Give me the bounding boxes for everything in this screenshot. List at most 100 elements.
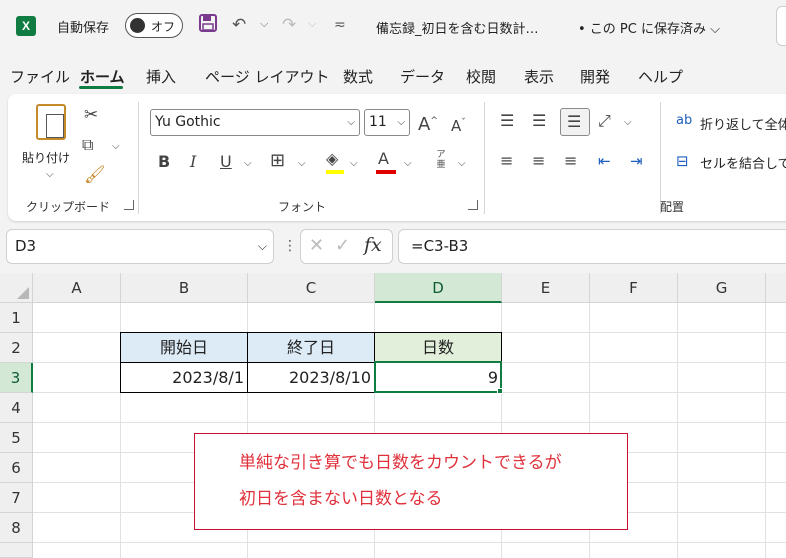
active-tab-indicator: [79, 86, 123, 89]
fill-color-icon[interactable]: ◈: [326, 148, 338, 170]
cell-b3[interactable]: 2023/8/1: [120, 362, 248, 393]
tab-page-layout[interactable]: ページ レイアウト: [205, 66, 329, 87]
active-cell-border: [374, 361, 502, 393]
search-box[interactable]: [776, 6, 786, 46]
redo-dropdown-icon[interactable]: ⌵: [308, 17, 316, 31]
tab-formulas[interactable]: 数式: [343, 66, 373, 87]
annotation-line-1: 単純な引き算でも日数をカウントできるが: [239, 453, 562, 473]
ribbon-home: 貼り付け ⌵ ✂ ⧉ ⌵ 🖌 クリップボード Yu Gothic ⌵ 11 ⌵ …: [8, 94, 786, 221]
select-all-button[interactable]: [0, 273, 33, 303]
copy-icon[interactable]: ⧉: [82, 134, 93, 156]
more-options-icon[interactable]: ⋮: [283, 238, 297, 254]
column-header-g[interactable]: G: [678, 273, 766, 303]
column-header-d[interactable]: D: [375, 273, 502, 303]
borders-dropdown-icon[interactable]: ⌵: [298, 153, 306, 175]
tab-view[interactable]: 表示: [524, 66, 554, 87]
redo-icon[interactable]: ↷: [282, 13, 296, 37]
wrap-text-button[interactable]: 折り返して全体: [700, 114, 786, 133]
row-header-4[interactable]: 4: [0, 393, 33, 423]
align-center-icon[interactable]: ≡: [532, 150, 545, 172]
font-color-icon[interactable]: A: [378, 148, 389, 170]
column-header-h[interactable]: [766, 273, 786, 303]
font-color-dropdown-icon[interactable]: ⌵: [404, 153, 412, 175]
align-middle-icon[interactable]: ☰: [532, 110, 546, 132]
align-left-icon[interactable]: ≡: [500, 150, 513, 172]
tab-home[interactable]: ホーム: [80, 66, 125, 87]
file-name[interactable]: 備忘録_初日を含む日数計…: [376, 18, 539, 37]
font-name-value: Yu Gothic: [155, 114, 221, 130]
tab-developer[interactable]: 開発: [580, 66, 610, 87]
undo-icon[interactable]: ↶: [232, 13, 246, 37]
orientation-icon[interactable]: ⤢: [598, 110, 611, 132]
decrease-font-icon[interactable]: Aˇ: [451, 112, 466, 137]
merge-center-button[interactable]: セルを結合して: [700, 153, 786, 172]
cell-d2[interactable]: 日数: [374, 332, 502, 363]
column-header-a[interactable]: A: [33, 273, 121, 303]
column-header-f[interactable]: F: [590, 273, 678, 303]
font-name-select[interactable]: Yu Gothic ⌵: [150, 109, 360, 136]
merge-center-icon[interactable]: ⊟: [676, 150, 689, 172]
column-header-b[interactable]: B: [121, 273, 248, 303]
enter-check-icon[interactable]: ✓: [335, 235, 350, 256]
annotation-textbox[interactable]: 単純な引き算でも日数をカウントできるが 初日を含まない日数となる: [194, 433, 628, 530]
row-header-6[interactable]: 6: [0, 453, 33, 483]
format-painter-icon[interactable]: 🖌: [84, 164, 106, 186]
tab-file[interactable]: ファイル: [10, 66, 70, 87]
column-header-c[interactable]: C: [248, 273, 375, 303]
borders-icon[interactable]: ⊞: [270, 150, 285, 172]
row-header-1[interactable]: 1: [0, 303, 33, 333]
tab-review[interactable]: 校閲: [466, 66, 496, 87]
tab-insert[interactable]: 挿入: [146, 66, 176, 87]
increase-indent-icon[interactable]: ⇥: [630, 150, 643, 172]
formula-input[interactable]: =C3-B3: [398, 229, 786, 264]
font-group-label: フォント: [278, 200, 327, 214]
tab-help[interactable]: ヘルプ: [638, 66, 683, 87]
autosave-toggle[interactable]: オフ: [125, 13, 183, 38]
font-launcher-icon[interactable]: [468, 200, 478, 210]
align-right-icon[interactable]: ≡: [564, 150, 577, 172]
copy-dropdown-icon[interactable]: ⌵: [112, 136, 120, 158]
italic-button[interactable]: I: [190, 151, 196, 173]
increase-font-icon[interactable]: A^: [418, 110, 438, 136]
fill-handle[interactable]: [497, 388, 503, 394]
cell-c3[interactable]: 2023/8/10: [247, 362, 375, 393]
fill-color-dropdown-icon[interactable]: ⌵: [350, 153, 358, 175]
phonetic-dropdown-icon[interactable]: ⌵: [458, 153, 466, 175]
row-header-5[interactable]: 5: [0, 423, 33, 453]
undo-dropdown-icon[interactable]: ⌵: [260, 17, 268, 31]
row-header-7[interactable]: 7: [0, 483, 33, 513]
insert-function-button[interactable]: fx: [364, 234, 382, 256]
increase-font-label: A: [418, 114, 431, 135]
underline-button[interactable]: U: [220, 151, 232, 173]
orientation-dropdown-icon[interactable]: ⌵: [624, 112, 632, 134]
cell-c2[interactable]: 終了日: [247, 332, 375, 363]
worksheet-grid[interactable]: A B C D E F G 1 2 3 4 5 6 7 8 開始日 終了日 日数…: [0, 273, 786, 558]
save-icon[interactable]: [198, 13, 218, 37]
underline-dropdown-icon[interactable]: ⌵: [244, 153, 252, 175]
align-bottom-icon: ☰: [567, 112, 582, 131]
group-divider: [138, 102, 139, 214]
customize-qat-icon[interactable]: ≂: [334, 13, 346, 37]
cut-icon[interactable]: ✂: [84, 104, 98, 126]
row-header-9[interactable]: [0, 543, 33, 558]
save-status[interactable]: • この PC に保存済み ⌵: [578, 18, 720, 37]
cancel-icon[interactable]: ✕: [309, 235, 324, 256]
bold-button[interactable]: B: [158, 151, 170, 173]
row-header-2[interactable]: 2: [0, 333, 33, 363]
font-size-select[interactable]: 11 ⌵: [364, 109, 410, 136]
align-top-icon[interactable]: ☰: [500, 110, 514, 132]
cell-b2[interactable]: 開始日: [120, 332, 248, 363]
decrease-indent-icon[interactable]: ⇤: [598, 150, 611, 172]
row-header-3[interactable]: 3: [0, 363, 33, 393]
phonetic-guide-icon[interactable]: ア亜: [434, 150, 448, 170]
tab-data[interactable]: データ: [400, 66, 445, 87]
autosave-label: 自動保存: [57, 21, 110, 36]
paste-dropdown-icon[interactable]: ⌵: [46, 164, 54, 186]
row-header-8[interactable]: 8: [0, 513, 33, 543]
wrap-text-icon[interactable]: ab: [676, 110, 692, 132]
paste-icon[interactable]: [36, 104, 66, 140]
column-header-e[interactable]: E: [502, 273, 590, 303]
gridline: [677, 303, 678, 558]
clipboard-launcher-icon[interactable]: [124, 200, 134, 210]
name-box[interactable]: D3 ⌵: [6, 229, 274, 264]
